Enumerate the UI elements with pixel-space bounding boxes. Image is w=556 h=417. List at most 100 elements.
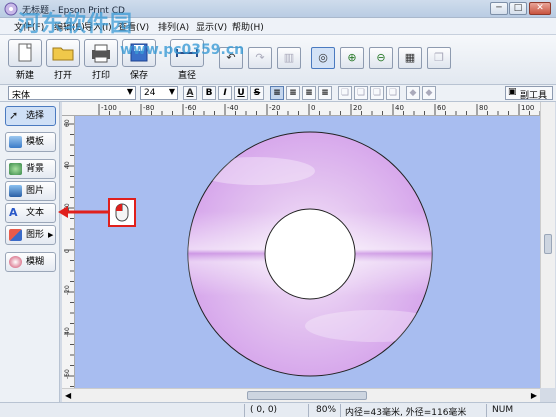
ruler-label: 80 [479, 104, 488, 112]
ruler-label: 60 [64, 119, 71, 127]
printer-icon [92, 44, 110, 63]
text-label: 文本 [26, 208, 45, 218]
bring-front-icon: ❏ [372, 88, 382, 98]
text-icon: A [9, 206, 18, 219]
blur-icon [9, 256, 22, 268]
flip-h-button[interactable]: ◆ [406, 86, 420, 100]
zoom-out-button[interactable]: ⊖ [369, 47, 393, 69]
font-family-select[interactable]: 宋体 ▼ [8, 86, 136, 101]
side-panel: ➚ 选择 模板 背景 图片 A 文本 图形 ▶ 模糊 [0, 102, 60, 402]
select-tool-button[interactable]: ➚ 选择 [5, 106, 56, 126]
ungroup-icon: ❏ [356, 88, 366, 98]
scroll-left-icon[interactable]: ◀ [65, 391, 71, 400]
align-left-button[interactable]: ≡ [270, 86, 284, 100]
font-size-value: 24 [144, 88, 156, 98]
draw-tools-icon: ▣ [508, 87, 517, 97]
picture-label: 图片 [26, 186, 45, 196]
align-right-button[interactable]: ≡ [302, 86, 316, 100]
diameter-label: 直径 [177, 71, 196, 81]
group-button[interactable]: ❏ [338, 86, 352, 100]
new-button[interactable] [8, 39, 42, 67]
draw-tools-button[interactable]: ▣ 副工具 [505, 86, 553, 101]
blur-button[interactable]: 模糊 [5, 252, 56, 272]
zoom-level: 80% [316, 405, 337, 415]
font-color-button[interactable]: A [183, 86, 197, 100]
ruler-label: -20 [269, 104, 280, 112]
callout-annotation [58, 198, 136, 227]
shape-button[interactable]: 图形 ▶ [5, 225, 56, 245]
maximize-button[interactable]: □ [509, 2, 527, 15]
send-back-icon: ❏ [388, 88, 398, 98]
template-label: 模板 [26, 137, 45, 147]
open-label: 打开 [53, 71, 72, 81]
vertical-scrollbar[interactable] [540, 102, 555, 388]
italic-button[interactable]: I [218, 86, 232, 100]
template-button[interactable]: 模板 [5, 132, 56, 152]
font-family-value: 宋体 [12, 91, 31, 101]
ruler-label: -40 [64, 327, 71, 337]
grid-button[interactable]: ▦ [398, 47, 422, 69]
save-label: 保存 [129, 71, 148, 81]
ruler-label: -100 [101, 104, 117, 112]
background-button[interactable]: 背景 [5, 159, 56, 179]
flip-horizontal-icon: ◆ [409, 88, 417, 98]
design-canvas[interactable] [75, 116, 540, 388]
menu-display[interactable]: 显示(V) [196, 20, 227, 33]
disc-view-button[interactable]: ◎ [311, 47, 335, 69]
background-label: 背景 [26, 164, 45, 174]
open-button[interactable] [46, 39, 80, 67]
chevron-down-icon: ▼ [126, 87, 133, 96]
minimize-button[interactable]: ─ [490, 2, 508, 15]
align-center-icon: ≡ [289, 88, 297, 98]
shape-label: 图形 [26, 230, 45, 240]
bold-button[interactable]: B [202, 86, 216, 100]
ruler-label: 60 [437, 104, 446, 112]
underline-button[interactable]: U [234, 86, 248, 100]
disc-artwork[interactable] [75, 116, 540, 388]
status-separator [486, 404, 487, 417]
trash-button[interactable]: ▥ [277, 47, 301, 69]
justify-button[interactable]: ≡ [318, 86, 332, 100]
status-separator [244, 404, 245, 417]
app-icon [4, 2, 18, 16]
text-button[interactable]: A 文本 [5, 203, 56, 223]
background-icon [9, 163, 22, 175]
ruler-label: -60 [64, 369, 71, 379]
disc-inner-hole [264, 208, 356, 300]
print-button[interactable] [84, 39, 118, 67]
send-back-button[interactable]: ❏ [386, 86, 400, 100]
ruler-label: 40 [64, 161, 71, 169]
mouse-icon [115, 203, 129, 222]
format-toolbar: 宋体 ▼ 24 ▼ A B I U S ≡ ≡ ≡ ≡ ❏ ❏ ❏ ❏ ◆ ◆ … [0, 85, 556, 102]
ruler-label: -60 [185, 104, 196, 112]
font-size-select[interactable]: 24 ▼ [140, 86, 178, 100]
select-arrow-icon: ➚ [9, 109, 19, 122]
justify-icon: ≡ [321, 88, 329, 98]
watermark-url: www.pc0359.cn [120, 42, 245, 58]
menu-arrange[interactable]: 排列(A) [158, 20, 189, 33]
zoom-in-button[interactable]: ⊕ [340, 47, 364, 69]
select-tool-label: 选择 [26, 111, 45, 121]
menu-help[interactable]: 帮助(H) [232, 20, 264, 33]
picture-icon [9, 185, 22, 197]
ruler-label: 20 [353, 104, 362, 112]
redo-button[interactable]: ↷ [248, 47, 272, 69]
scroll-thumb[interactable] [247, 391, 367, 400]
status-separator [308, 404, 309, 417]
picture-button[interactable]: 图片 [5, 181, 56, 201]
ungroup-button[interactable]: ❏ [354, 86, 368, 100]
bring-front-button[interactable]: ❏ [370, 86, 384, 100]
chevron-right-icon: ▶ [48, 231, 54, 239]
ruler-label: 100 [521, 104, 534, 112]
strikethrough-button[interactable]: S [250, 86, 264, 100]
align-center-button[interactable]: ≡ [286, 86, 300, 100]
ruler-label: -40 [227, 104, 238, 112]
scroll-thumb[interactable] [544, 234, 552, 254]
align-left-icon: ≡ [273, 88, 281, 98]
print-label: 打印 [91, 71, 110, 81]
horizontal-scrollbar[interactable]: ◀ ▶ [62, 388, 540, 402]
scroll-right-icon[interactable]: ▶ [531, 391, 537, 400]
flip-v-button[interactable]: ◆ [422, 86, 436, 100]
close-button[interactable]: ✕ [529, 2, 551, 15]
layers-button[interactable]: ❐ [427, 47, 451, 69]
